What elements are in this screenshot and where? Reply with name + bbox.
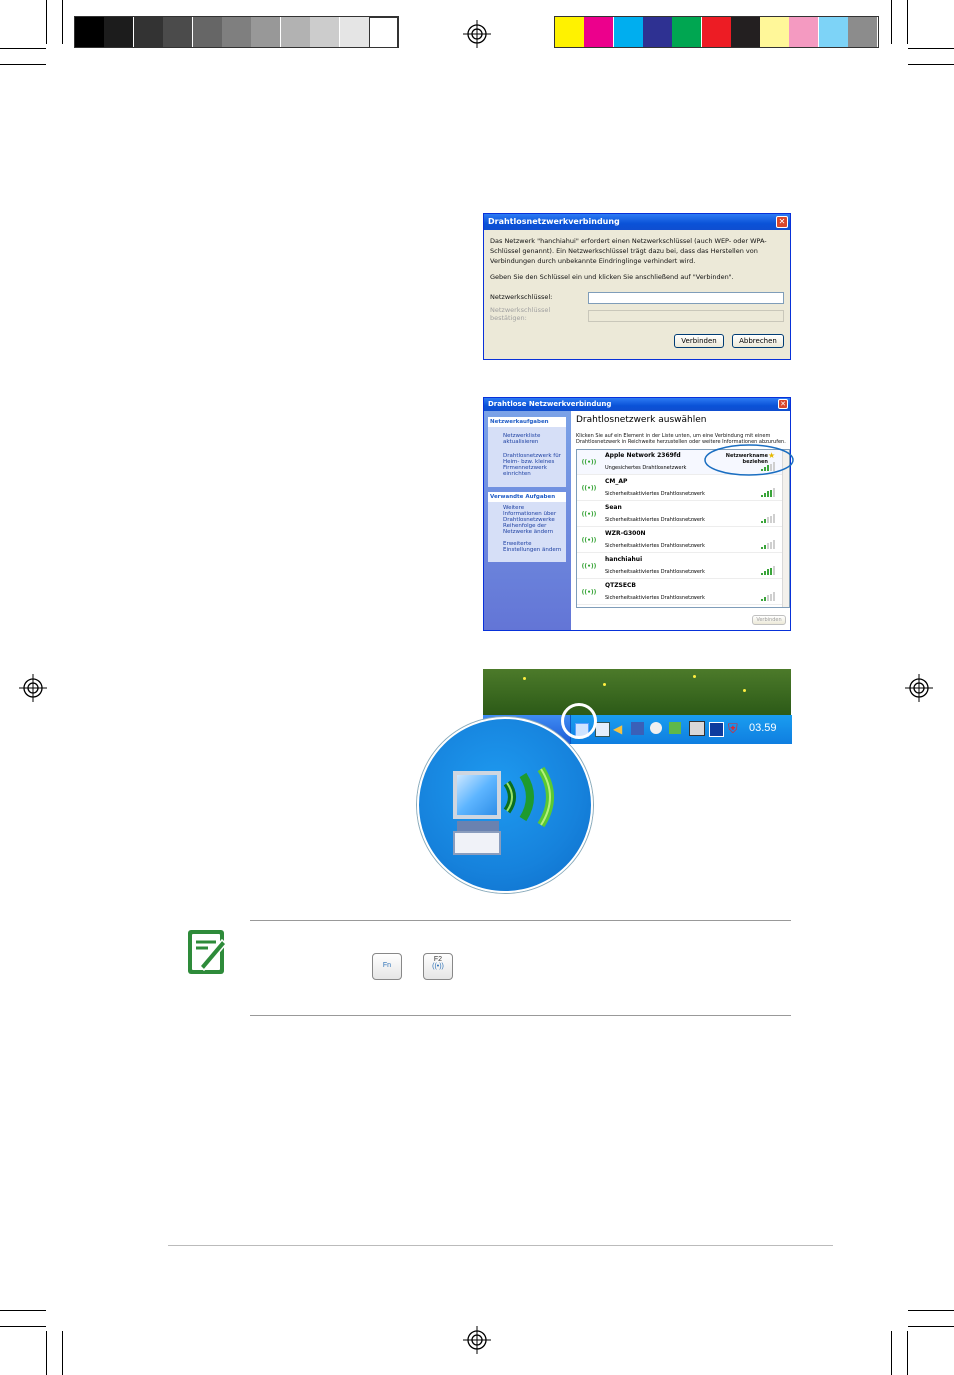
network-name: Apple Network 2369fd (605, 452, 681, 459)
swirl-tray-icon[interactable] (650, 722, 662, 734)
cancel-button[interactable]: Abbrechen (732, 334, 784, 348)
note-icon (188, 930, 228, 974)
task-refresh-list[interactable]: Netzwerkliste aktualisieren (503, 433, 563, 445)
signal-strength-icon (761, 539, 775, 549)
note-rule-bottom (250, 1015, 791, 1016)
note-rule-top (250, 920, 791, 921)
settings-tray-icon[interactable] (709, 722, 724, 737)
wireless-symbol-icon: ((•)) (432, 963, 444, 970)
zoom-circle (417, 717, 593, 893)
signal-strength-icon (761, 591, 775, 601)
highlight-ellipse (704, 444, 794, 476)
network-name: QTZSECB (605, 582, 636, 589)
select-network-dialog: Drahtlose Netzwerkverbindung ✕ Netzwerka… (483, 397, 794, 631)
volume-icon[interactable]: ◀ (613, 722, 622, 736)
confirm-key-label: Netzwerkschlüssel bestätigen: (490, 306, 551, 322)
antenna-icon: ((•)) (581, 589, 597, 596)
tray-highlight-circle (561, 703, 597, 739)
signal-strength-icon (761, 565, 775, 575)
fn-key-label: Fn (382, 962, 392, 969)
registration-mark-right (905, 674, 933, 702)
network-key-dialog: Drahtlosnetzwerkverbindung ✕ Das Netzwer… (483, 213, 791, 360)
zoomed-monitor-icon (453, 771, 501, 819)
network-name: hanchiahui (605, 556, 643, 563)
dialog-title: Drahtlose Netzwerkverbindung (484, 398, 790, 411)
network-tray-icon[interactable] (595, 722, 610, 737)
arrow-tray-icon[interactable] (669, 722, 681, 734)
dialog-message: Das Netzwerk "hanchiahui" erfordert eine… (490, 237, 767, 265)
network-tasks-box: Netzwerkaufgaben Netzwerkliste aktualisi… (488, 417, 566, 487)
connect-button[interactable]: Verbinden (674, 334, 724, 348)
zoomed-wireless-waves-icon (503, 766, 554, 828)
network-key-label: Netzwerkschlüssel: (490, 293, 553, 301)
network-name: CM_AP (605, 478, 628, 485)
antenna-icon: ((•)) (581, 511, 597, 518)
network-disconnected-icon[interactable] (631, 722, 644, 735)
antenna-icon: ((•)) (581, 459, 597, 466)
network-security: Sicherheitsaktiviertes Drahtlosnetzwerk (605, 491, 705, 497)
signal-strength-icon (761, 513, 775, 523)
network-security: Sicherheitsaktiviertes Drahtlosnetzwerk (605, 595, 705, 601)
taskbar-clock: 03.59 (749, 722, 777, 734)
network-list-item[interactable]: ((•)) WZR-G300N Sicherheitsaktiviertes Dra… (577, 528, 785, 553)
related-tasks-title: Verwandte Aufgaben (488, 492, 566, 502)
f2-key-icon: F2 ((•)) (423, 953, 453, 980)
dialog-title: Drahtlosnetzwerkverbindung (484, 214, 790, 230)
network-key-field[interactable] (588, 292, 784, 304)
antenna-icon: ((•)) (581, 485, 597, 492)
desktop-grass (483, 669, 791, 715)
fn-key-icon: Fn (372, 953, 402, 980)
network-security: Sicherheitsaktiviertes Drahtlosnetzwerk (605, 517, 705, 523)
network-security: Sicherheitsaktiviertes Drahtlosnetzwerk (605, 543, 705, 549)
registration-mark-bottom (463, 1326, 491, 1354)
antenna-icon: ((•)) (581, 563, 597, 570)
network-security: Ungesichertes Drahtlosnetzwerk (605, 465, 687, 471)
task-pane: Netzwerkaufgaben Netzwerkliste aktualisi… (484, 411, 571, 630)
network-list-item[interactable]: ((•)) hanchiahui Sicherheitsaktiviertes Dr… (577, 554, 785, 579)
shield-icon[interactable]: ⛨ (728, 721, 738, 737)
registration-mark-top (463, 20, 491, 48)
antenna-icon: ((•)) (581, 537, 597, 544)
task-setup-network[interactable]: Drahtlosnetzwerk für Heim- bzw. kleines … (503, 453, 563, 477)
network-name: Sean (605, 504, 622, 511)
network-list-item[interactable]: ((•)) QTZSECB Sicherheitsaktiviertes Draht… (577, 580, 785, 605)
network-list-item[interactable]: ((•)) CM_AP Sicherheitsaktiviertes Drahtlo… (577, 476, 785, 501)
network-security: Sicherheitsaktiviertes Drahtlosnetzwerk (605, 569, 705, 575)
network-tasks-title: Netzwerkaufgaben (488, 417, 566, 427)
f2-key-label: F2 (433, 956, 443, 963)
dialog-instruction: Geben Sie den Schlüssel ein und klicken … (490, 273, 734, 281)
confirm-key-field (588, 310, 784, 322)
connect-button[interactable]: Verbinden (752, 615, 786, 625)
select-heading: Drahtlosnetzwerk auswählen (576, 415, 707, 425)
close-icon[interactable]: ✕ (776, 216, 788, 228)
registration-mark-left (19, 674, 47, 702)
monitor-tray-icon[interactable] (689, 721, 705, 736)
footer-rule (168, 1245, 833, 1246)
task-advanced-settings[interactable]: Erweiterte Einstellungen ändern (503, 541, 563, 553)
network-list-item[interactable]: ((•)) Sean Sicherheitsaktiviertes Drahtlos… (577, 502, 785, 527)
network-name: WZR-G300N (605, 530, 646, 537)
close-icon[interactable]: ✕ (778, 399, 788, 409)
related-tasks-box: Verwandte Aufgaben Weitere Informationen… (488, 492, 566, 562)
signal-strength-icon (761, 487, 775, 497)
task-change-order[interactable]: Reihenfolge der Netzwerke ändern (503, 523, 563, 535)
task-more-info[interactable]: Weitere Informationen über Drahtlosnetzw… (503, 505, 563, 523)
